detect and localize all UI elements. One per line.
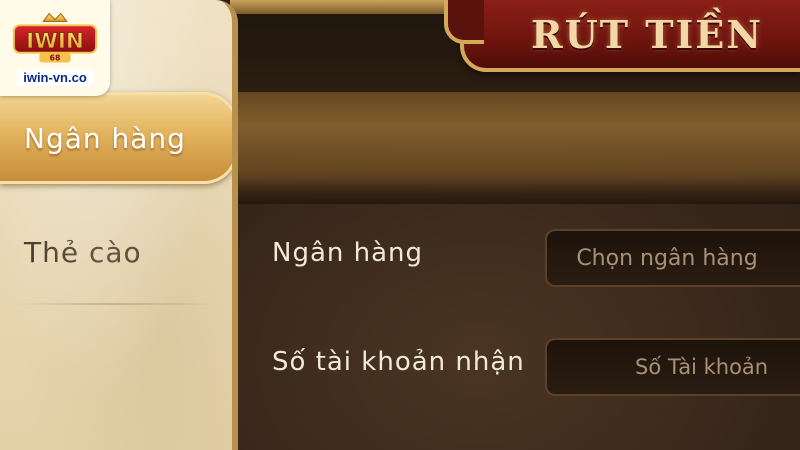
sidebar-divider (14, 303, 214, 305)
iwin-logo-icon: IWIN 68 (10, 11, 100, 67)
brand-logo: IWIN 68 iwin-vn.co (0, 0, 110, 96)
sidebar-item-bank[interactable]: Ngân hàng (0, 92, 232, 184)
top-rim (230, 0, 470, 14)
bank-select-placeholder: Chọn ngân hàng (576, 245, 758, 271)
sidebar-item-label: Thẻ cào (24, 235, 142, 269)
account-number-label: Số tài khoản nhận (272, 347, 525, 377)
account-number-input[interactable]: Số Tài khoản (545, 338, 800, 396)
sidebar-item-label: Ngân hàng (24, 121, 186, 155)
page-title: RÚT TIỀN (531, 11, 763, 57)
withdraw-screen: Ngân hàng Thẻ cào IWIN 68 iwin-vn.co RÚT… (0, 0, 800, 450)
svg-text:IWIN: IWIN (26, 28, 84, 53)
account-number-placeholder: Số Tài khoản (635, 355, 769, 379)
sidebar-item-scratch-card[interactable]: Thẻ cào (0, 212, 232, 292)
bank-label: Ngân hàng (272, 238, 424, 268)
title-banner: RÚT TIỀN (444, 0, 800, 72)
header-band-shade (230, 178, 800, 204)
bank-select[interactable]: Chọn ngân hàng (545, 229, 800, 287)
svg-text:68: 68 (50, 53, 61, 62)
logo-domain: iwin-vn.co (17, 68, 93, 86)
